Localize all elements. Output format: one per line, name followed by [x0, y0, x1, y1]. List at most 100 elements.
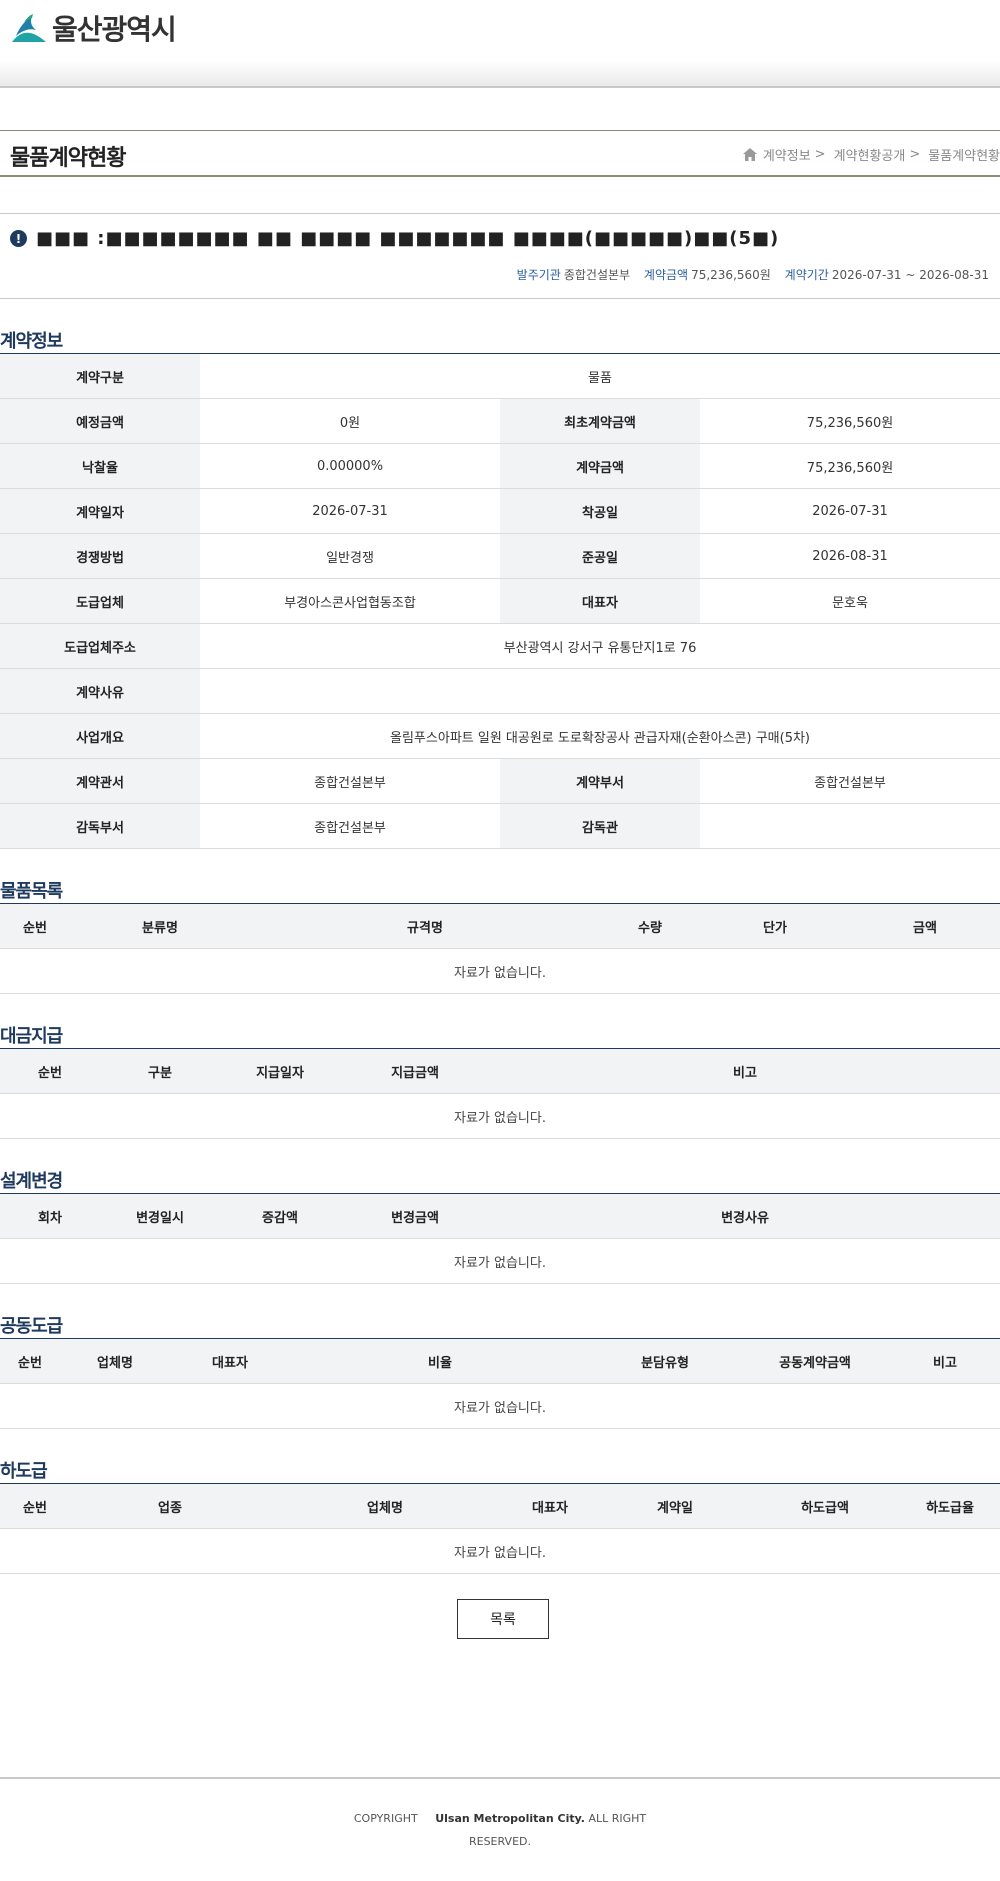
label-contractor: 도급업체 [0, 578, 200, 624]
table-row: 계약사유 [0, 668, 1000, 714]
summary-period-label: 계약기간 [784, 268, 829, 282]
page-title-bar: 물품계약현황 계약정보 > 계약현황공개 > 물품계약현황 [0, 130, 1000, 177]
breadcrumb-item-1[interactable]: 계약정보 [763, 145, 811, 164]
value-initial-amount: 75,236,560원 [700, 398, 1000, 444]
section-title-joint: 공동도급 [0, 1316, 63, 1337]
label-completion-date: 준공일 [500, 533, 700, 579]
column-header: 비율 [290, 1338, 590, 1384]
table-header-row: 순번 업종 업체명 대표자 계약일 하도급액 하도급율 [0, 1483, 1000, 1529]
label-competition-method: 경쟁방법 [0, 533, 200, 579]
goods-table: 순번 분류명 규격명 수량 단가 금액 자료가 없습니다. [0, 903, 1000, 994]
value-supervising-department: 종합건설본부 [200, 803, 500, 849]
label-bid-rate: 낙찰율 [0, 443, 200, 489]
label-contractor-address: 도급업체주소 [0, 623, 200, 669]
column-header: 지급금액 [340, 1048, 490, 1094]
column-header: 순번 [0, 1338, 60, 1384]
column-header: 수량 [600, 903, 700, 949]
section-title-subcontract: 하도급 [0, 1461, 48, 1482]
design-change-table: 회차 변경일시 증감액 변경금액 변경사유 자료가 없습니다. [0, 1193, 1000, 1284]
divider [0, 213, 1000, 214]
summary-period-value: 2026-07-31 ~ 2026-08-31 [831, 268, 989, 282]
contract-summary: 발주기관 종합건설본부 계약금액 75,236,560원 계약기간 2026-07-3… [507, 266, 989, 283]
list-button[interactable]: 목록 [457, 1599, 549, 1639]
copyright: COPYRIGHT Ulsan Metropolitan City. ALL R… [350, 1807, 650, 1853]
label-contract-date: 계약일자 [0, 488, 200, 534]
value-contract-date: 2026-07-31 [200, 488, 500, 534]
breadcrumb-item-3[interactable]: 물품계약현황 [928, 145, 1000, 164]
value-contractor: 부경아스콘사업협동조합 [200, 578, 500, 624]
breadcrumb-item-2[interactable]: 계약현황공개 [834, 145, 906, 164]
summary-amount-value: 75,236,560원 [691, 268, 771, 282]
column-header: 대표자 [500, 1483, 600, 1529]
label-estimated-price: 예정금액 [0, 398, 200, 444]
column-header: 구분 [100, 1048, 220, 1094]
column-header: 대표자 [170, 1338, 290, 1384]
value-contract-amount: 75,236,560원 [700, 443, 1000, 489]
summary-org-label: 발주기관 [516, 268, 561, 282]
column-header: 규격명 [250, 903, 600, 949]
empty-message: 자료가 없습니다. [0, 1238, 1000, 1284]
contract-heading: ! ■■■ :■■■■■■■■ ■■ ■■■■ ■■■■■■■ ■■■■(■■■… [10, 228, 779, 249]
value-start-date: 2026-07-31 [700, 488, 1000, 534]
table-header-row: 회차 변경일시 증감액 변경금액 변경사유 [0, 1193, 1000, 1239]
label-contract-amount: 계약금액 [500, 443, 700, 489]
table-row: 계약구분 물품 [0, 353, 1000, 399]
summary-amount-label: 계약금액 [643, 268, 689, 282]
table-row: 자료가 없습니다. [0, 1528, 1000, 1574]
section-title-contract-info: 계약정보 [0, 331, 63, 352]
label-project-overview: 사업개요 [0, 713, 200, 759]
column-header: 순번 [0, 903, 70, 949]
label-initial-amount: 최초계약금액 [500, 398, 700, 444]
label-start-date: 착공일 [500, 488, 700, 534]
column-header: 증감액 [220, 1193, 340, 1239]
label-contract-department: 계약부서 [500, 758, 700, 804]
value-contract-type: 물품 [200, 353, 1000, 399]
home-icon[interactable] [742, 148, 757, 161]
copyright-prefix: COPYRIGHT [353, 1812, 418, 1825]
table-row: 예정금액 0원 최초계약금액 75,236,560원 [0, 398, 1000, 444]
section-title-design-change: 설계변경 [0, 1171, 63, 1192]
value-bid-rate: 0.00000% [200, 443, 500, 489]
footer-divider [0, 1777, 1000, 1779]
column-header: 회차 [0, 1193, 100, 1239]
table-row: 낙찰율 0.00000% 계약금액 75,236,560원 [0, 443, 1000, 489]
contract-info-table: 계약구분 물품 예정금액 0원 최초계약금액 75,236,560원 낙찰율 0… [0, 353, 1000, 849]
value-representative: 문호욱 [700, 578, 1000, 624]
column-header: 변경일시 [100, 1193, 220, 1239]
table-row: 경쟁방법 일반경쟁 준공일 2026-08-31 [0, 533, 1000, 579]
label-contract-type: 계약구분 [0, 353, 200, 399]
site-logo[interactable]: 울산광역시 [10, 8, 177, 48]
table-row: 감독부서 종합건설본부 감독관 [0, 803, 1000, 849]
table-row: 도급업체 부경아스콘사업협동조합 대표자 문호욱 [0, 578, 1000, 624]
breadcrumb: 계약정보 > 계약현황공개 > 물품계약현황 [742, 145, 1000, 164]
column-header: 공동계약금액 [740, 1338, 890, 1384]
label-contract-office: 계약관서 [0, 758, 200, 804]
contract-title: ■■■ :■■■■■■■■ ■■ ■■■■ ■■■■■■■ ■■■■(■■■■■… [36, 228, 780, 249]
subcontract-table: 순번 업종 업체명 대표자 계약일 하도급액 하도급율 자료가 없습니다. [0, 1483, 1000, 1574]
table-header-row: 순번 업체명 대표자 비율 분담유형 공동계약금액 비고 [0, 1338, 1000, 1384]
value-contractor-address: 부산광역시 강서구 유통단지1로 76 [200, 623, 1000, 669]
exclamation-circle-icon: ! [10, 230, 27, 247]
table-row: 계약일자 2026-07-31 착공일 2026-07-31 [0, 488, 1000, 534]
table-row: 도급업체주소 부산광역시 강서구 유통단지1로 76 [0, 623, 1000, 669]
table-header-row: 순번 분류명 규격명 수량 단가 금액 [0, 903, 1000, 949]
divider [0, 298, 1000, 299]
empty-message: 자료가 없습니다. [0, 1093, 1000, 1139]
column-header: 분류명 [70, 903, 250, 949]
value-estimated-price: 0원 [200, 398, 500, 444]
table-row: 자료가 없습니다. [0, 1093, 1000, 1139]
column-header: 금액 [850, 903, 1000, 949]
column-header: 하도급액 [750, 1483, 900, 1529]
value-contract-office: 종합건설본부 [200, 758, 500, 804]
label-representative: 대표자 [500, 578, 700, 624]
column-header: 업종 [70, 1483, 270, 1529]
table-row: 사업개요 올림푸스아파트 일원 대공원로 도로확장공사 관급자재(순환아스콘) … [0, 713, 1000, 759]
value-supervisor [700, 803, 1000, 849]
ulsan-logo-icon [12, 14, 46, 42]
joint-table: 순번 업체명 대표자 비율 분담유형 공동계약금액 비고 자료가 없습니다. [0, 1338, 1000, 1429]
breadcrumb-separator: > [814, 147, 826, 162]
table-row: 계약관서 종합건설본부 계약부서 종합건설본부 [0, 758, 1000, 804]
copyright-name: Ulsan Metropolitan City. [435, 1812, 585, 1825]
value-project-overview: 올림푸스아파트 일원 대공원로 도로확장공사 관급자재(순환아스콘) 구매(5차… [200, 713, 1000, 759]
column-header: 지급일자 [220, 1048, 340, 1094]
